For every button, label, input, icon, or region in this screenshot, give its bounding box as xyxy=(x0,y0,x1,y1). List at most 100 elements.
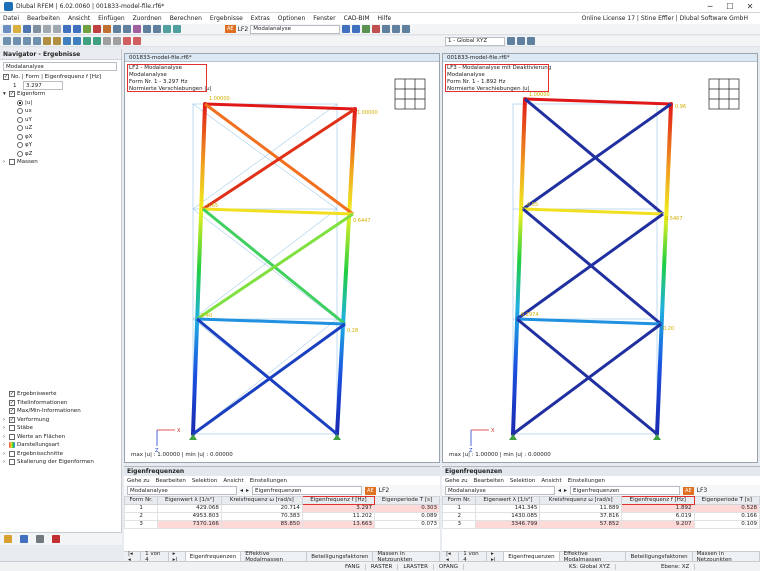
display-nav-icon[interactable] xyxy=(20,535,28,543)
tool-icon[interactable] xyxy=(402,25,411,33)
nav-prev-icon[interactable]: ◂ xyxy=(240,487,243,494)
navigator-select[interactable]: Modalanalyse xyxy=(3,62,117,71)
menu-ansicht[interactable]: Ansicht xyxy=(223,478,243,484)
view-icon[interactable] xyxy=(63,25,71,33)
component-u[interactable]: |u| xyxy=(3,99,121,108)
hinge-icon[interactable] xyxy=(93,37,101,45)
massen-node[interactable]: › Massen xyxy=(3,158,121,167)
freq-checkbox[interactable]: ✓ xyxy=(3,74,9,81)
table-row[interactable]: 2 1430.085 37.816 6.019 0.166 xyxy=(441,511,760,521)
undo-icon[interactable] xyxy=(43,25,51,33)
maximize-icon[interactable]: ☐ xyxy=(720,0,740,13)
open-folder-icon[interactable] xyxy=(13,25,21,33)
menu-ergebnisse[interactable]: Ergebnisse xyxy=(210,15,243,22)
grid-icon[interactable] xyxy=(113,25,121,33)
view-window-right[interactable]: 001833-model-file.rf6* LF3 - Modalanalys… xyxy=(442,53,758,463)
component-uz[interactable]: uZ xyxy=(3,124,121,133)
table-row[interactable]: 3 7370.166 85.850 13.663 0.073 xyxy=(123,519,441,529)
panel-select-analysis[interactable]: Modalanalyse xyxy=(127,486,237,495)
load-icon[interactable] xyxy=(133,37,141,45)
menu-berechnen[interactable]: Berechnen xyxy=(170,15,202,22)
opt-skalierung[interactable]: › Skalierung der Eigenformen xyxy=(3,458,121,467)
eigenform-node[interactable]: ▾ ✓ Eigenform xyxy=(3,90,121,99)
opt-maxmin[interactable]: ✓ Max/Min-Informationen xyxy=(3,407,121,416)
menu-einfuegen[interactable]: Einfügen xyxy=(98,15,124,22)
node-icon[interactable] xyxy=(43,37,51,45)
menu-bearbeiten[interactable]: Bearbeiten xyxy=(474,478,504,484)
print-icon[interactable] xyxy=(33,25,41,33)
tab-eigenfrequenzen[interactable]: Eigenfrequenzen xyxy=(504,551,560,562)
move-icon[interactable] xyxy=(13,37,21,45)
surface-icon[interactable] xyxy=(73,37,81,45)
grid-icon[interactable] xyxy=(123,25,131,33)
eigenfrequency-table-right[interactable]: Form Nr. Eigenwert λ [1/s²] Kreisfrequen… xyxy=(441,496,760,529)
opt-verformung[interactable]: › ✓ Verformung xyxy=(3,416,121,425)
opt-staebe[interactable]: › Stäbe xyxy=(3,424,121,433)
select-icon[interactable] xyxy=(3,37,11,45)
calc-icon[interactable] xyxy=(163,25,171,33)
menu-ansicht[interactable]: Ansicht xyxy=(541,478,561,484)
radio-u[interactable] xyxy=(17,99,23,106)
support-icon[interactable] xyxy=(83,37,91,45)
save-icon[interactable] xyxy=(23,25,31,33)
menu-datei[interactable]: Datei xyxy=(3,15,19,22)
result-icon[interactable] xyxy=(93,25,101,33)
tab-effektive-modalmassen[interactable]: Effektive Modalmassen xyxy=(241,551,308,563)
menu-cad-bim[interactable]: CAD-BIM xyxy=(344,15,370,22)
menu-gehe-zu[interactable]: Gehe zu xyxy=(127,478,150,484)
view-cube-icon[interactable] xyxy=(394,78,426,110)
tab-beteiligungsfaktoren[interactable]: Beteiligungsfaktoren xyxy=(626,551,693,562)
component-phiy[interactable]: φY xyxy=(3,141,121,150)
structure-graphic-left[interactable]: 1.00000 1.00000 0.65 0.6447 0.40 0.28 X … xyxy=(125,54,441,464)
opt-darstellungsart[interactable]: › Darstellungsart xyxy=(3,441,121,450)
rotate-icon[interactable] xyxy=(23,37,31,45)
zoom-icon[interactable] xyxy=(33,37,41,45)
tab-eigenfrequenzen[interactable]: Eigenfrequenzen xyxy=(185,551,242,562)
menu-fenster[interactable]: Fenster xyxy=(313,15,335,22)
table-row[interactable]: 1 141.345 11.889 1.892 0.528 xyxy=(441,503,760,513)
freq-select[interactable]: 3.297 xyxy=(23,81,63,91)
menu-einstellungen[interactable]: Einstellungen xyxy=(568,478,605,484)
table-row[interactable]: 2 4953.803 70.383 11.202 0.089 xyxy=(123,511,441,521)
redo-icon[interactable] xyxy=(53,25,61,33)
menu-optionen[interactable]: Optionen xyxy=(278,15,306,22)
menu-hilfe[interactable]: Hilfe xyxy=(378,15,392,22)
next-icon[interactable] xyxy=(352,25,361,33)
menu-selektion[interactable]: Selektion xyxy=(510,478,536,484)
view-window-left[interactable]: 001833-model-file.rf6* LF2 - Modalanalys… xyxy=(124,53,440,463)
prev-icon[interactable] xyxy=(342,25,351,33)
component-ux[interactable]: ux xyxy=(3,107,121,116)
status-lraster[interactable]: LRASTER xyxy=(398,563,434,570)
page-nav[interactable]: ▸ ▸| xyxy=(169,551,186,563)
status-fang[interactable]: FANG xyxy=(340,563,366,570)
panel-select-table[interactable]: Eigenfrequenzen xyxy=(570,486,681,495)
nav-next-icon[interactable]: ▸ xyxy=(246,487,249,494)
table-icon[interactable] xyxy=(153,25,161,33)
nav-prev-icon[interactable]: ◂ xyxy=(558,487,561,494)
axis-icon[interactable] xyxy=(507,37,515,45)
component-uy[interactable]: uY xyxy=(3,116,121,125)
tab-effektive-modalmassen[interactable]: Effektive Modalmassen xyxy=(560,551,627,563)
render-icon[interactable] xyxy=(133,25,141,33)
opt-titelinformationen[interactable]: ✓ Titelinformationen xyxy=(3,399,121,408)
member-icon[interactable] xyxy=(63,37,71,45)
result-display-icon[interactable] xyxy=(362,25,371,33)
menu-selektion[interactable]: Selektion xyxy=(192,478,218,484)
page-nav[interactable]: |◂ ◂ xyxy=(442,551,460,563)
menu-bearbeiten[interactable]: Bearbeiten xyxy=(27,15,60,22)
view-icon[interactable] xyxy=(73,25,81,33)
nav-next-icon[interactable]: ▸ xyxy=(564,487,567,494)
table-row[interactable]: 1 429.068 20.714 3.297 0.303 xyxy=(123,503,441,513)
menu-zuordnen[interactable]: Zuordnen xyxy=(133,15,162,22)
status-ofang[interactable]: OFANG xyxy=(434,563,465,570)
tool-icon[interactable] xyxy=(392,25,401,33)
menu-einstellungen[interactable]: Einstellungen xyxy=(250,478,287,484)
results-nav-icon[interactable] xyxy=(52,535,60,543)
model-icon[interactable] xyxy=(83,25,91,33)
calc-icon[interactable] xyxy=(173,25,181,33)
tab-beteiligungsfaktoren[interactable]: Beteiligungsfaktoren xyxy=(307,551,374,562)
table-icon[interactable] xyxy=(143,25,151,33)
axis-icon[interactable] xyxy=(527,37,535,45)
load-icon[interactable] xyxy=(103,25,111,33)
menu-gehe-zu[interactable]: Gehe zu xyxy=(445,478,468,484)
